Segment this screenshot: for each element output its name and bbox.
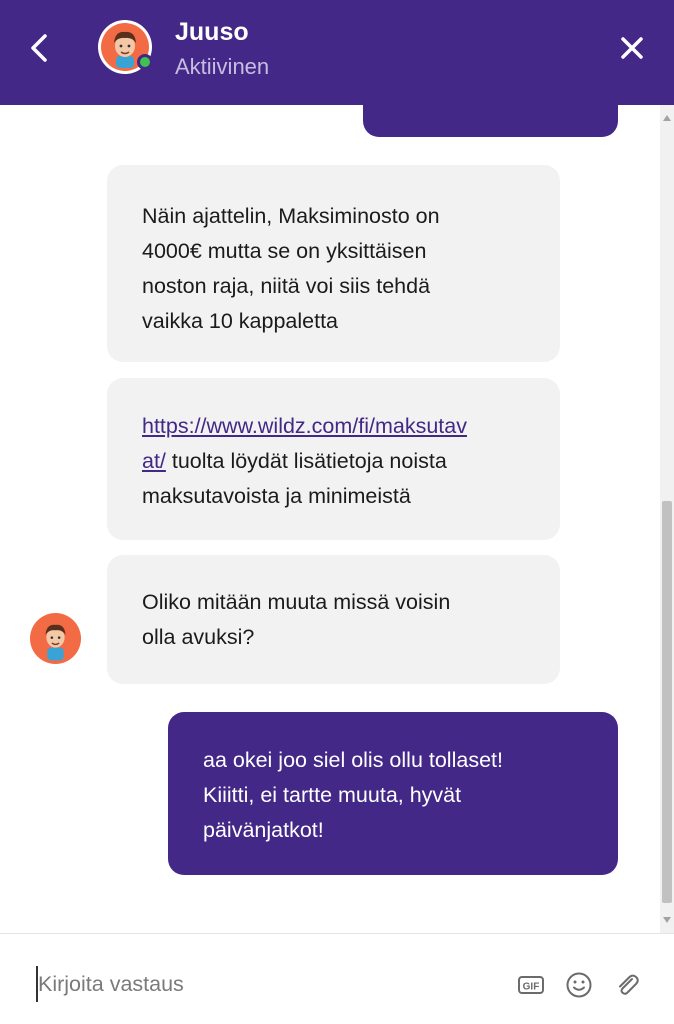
agent-avatar-small	[30, 613, 81, 664]
message-bubble-agent: Näin ajattelin, Maksiminosto on 4000€ mu…	[107, 165, 560, 362]
online-status-indicator	[137, 54, 153, 70]
svg-text:GIF: GIF	[523, 982, 540, 993]
message-text-line: vaikka 10 kappaletta	[142, 309, 339, 333]
message-bubble-user: aa okei joo siel olis ollu tollaset! Kii…	[168, 712, 618, 875]
message-bubble-user-previous	[363, 105, 618, 137]
message-bubble-agent: Oliko mitään muuta missä voisin olla avu…	[107, 555, 560, 684]
emoji-icon[interactable]	[564, 970, 594, 1000]
scrollbar[interactable]	[660, 105, 674, 933]
message-text-line: päivänjatkot!	[203, 818, 324, 842]
message-text-line: maksutavoista ja minimeistä	[142, 484, 411, 508]
message-bubble-agent: https://www.wildz.com/fi/maksutav at/ tu…	[107, 378, 560, 540]
message-text-line: 4000€ mutta se on yksittäisen	[142, 239, 427, 263]
reply-input[interactable]	[36, 966, 486, 1002]
message-link[interactable]: at/	[142, 449, 166, 473]
message-text: tuolta löydät lisätietoja noista	[165, 449, 447, 473]
message-text-line: noston raja, niitä voi siis tehdä	[142, 274, 431, 298]
close-button[interactable]	[612, 28, 652, 68]
message-text-line: Näin ajattelin, Maksiminosto on	[142, 204, 440, 228]
close-icon	[621, 37, 643, 59]
scroll-down-arrow-icon[interactable]	[663, 917, 671, 923]
message-link[interactable]: https://www.wildz.com/fi/maksutav	[142, 414, 467, 438]
gif-icon[interactable]: GIF	[516, 970, 546, 1000]
agent-name: Juuso	[175, 18, 249, 46]
message-list[interactable]: Näin ajattelin, Maksiminosto on 4000€ mu…	[0, 105, 660, 933]
reply-composer: GIF	[0, 933, 674, 1024]
scroll-up-arrow-icon[interactable]	[663, 115, 671, 121]
scrollbar-thumb[interactable]	[662, 501, 672, 903]
message-text-line: aa okei joo siel olis ollu tollaset!	[203, 748, 503, 772]
back-button[interactable]	[22, 28, 58, 68]
chat-header: Juuso Aktiivinen	[0, 0, 674, 105]
message-text-line: olla avuksi?	[142, 625, 255, 649]
message-text-line: Oliko mitään muuta missä voisin	[142, 590, 451, 614]
message-text-line: Kiiitti, ei tartte muuta, hyvät	[203, 783, 462, 807]
attachment-icon[interactable]	[612, 970, 642, 1000]
agent-status: Aktiivinen	[175, 54, 270, 79]
chevron-left-icon	[31, 34, 47, 62]
